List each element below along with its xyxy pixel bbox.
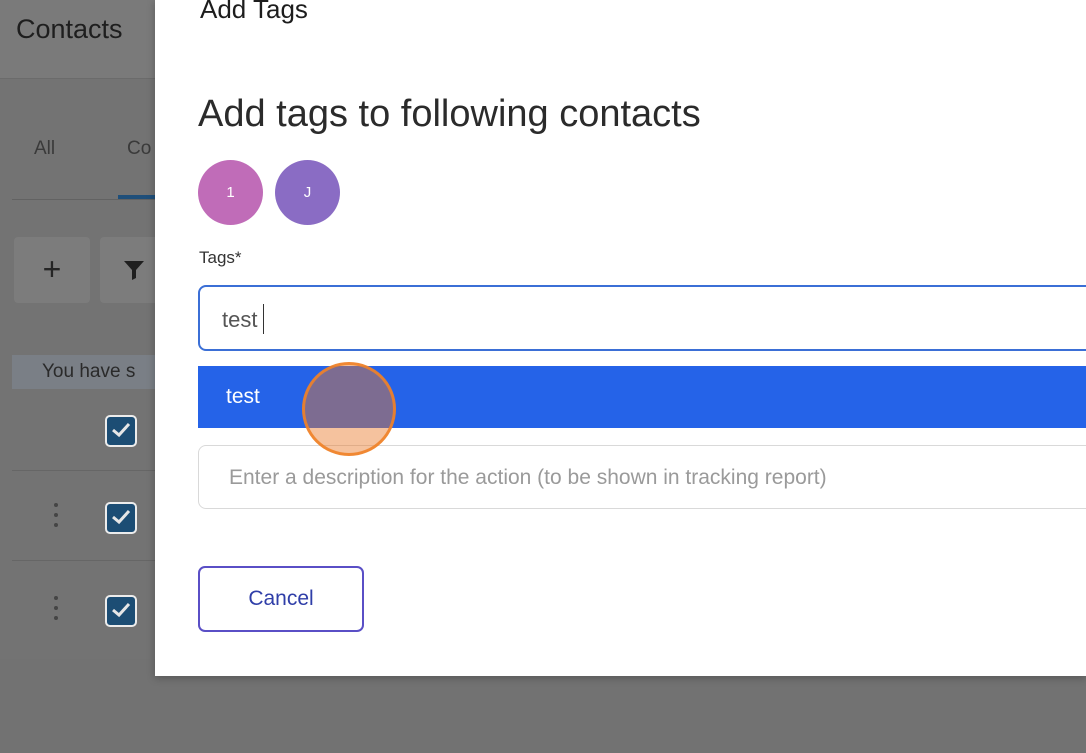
checkmark-icon xyxy=(112,509,131,525)
description-placeholder: Enter a description for the action (to b… xyxy=(229,466,827,489)
selection-banner: You have s xyxy=(12,355,162,389)
tab-all[interactable]: All xyxy=(34,138,55,160)
add-contact-button[interactable]: + xyxy=(14,237,90,303)
checkmark-icon xyxy=(112,422,131,438)
description-input[interactable]: Enter a description for the action (to b… xyxy=(198,445,1086,509)
row-checkbox[interactable] xyxy=(105,502,137,534)
tabs-divider xyxy=(12,199,162,200)
row-divider xyxy=(12,470,162,471)
select-all-checkbox[interactable] xyxy=(105,415,137,447)
tags-field-label: Tags* xyxy=(199,248,242,267)
contact-avatar: J xyxy=(275,160,340,225)
click-indicator xyxy=(302,362,396,456)
modal-title: Add Tags xyxy=(200,0,308,24)
tags-input-value: test xyxy=(222,307,258,332)
filter-icon xyxy=(124,261,144,280)
modal-subtitle: Add tags to following contacts xyxy=(198,93,701,135)
filter-button[interactable] xyxy=(100,237,162,303)
row-menu-icon[interactable] xyxy=(53,503,59,533)
add-tags-modal: Add Tags Add tags to following contacts … xyxy=(155,0,1086,676)
row-checkbox[interactable] xyxy=(105,595,137,627)
row-menu-icon[interactable] xyxy=(53,596,59,626)
plus-icon: + xyxy=(42,251,62,287)
tab-contacts[interactable]: Co xyxy=(127,138,151,160)
contact-avatar: 1 xyxy=(198,160,263,225)
text-caret xyxy=(263,304,264,334)
checkmark-icon xyxy=(112,602,131,618)
tags-input[interactable]: test xyxy=(198,285,1086,351)
active-tab-indicator xyxy=(118,195,158,199)
cancel-button[interactable]: Cancel xyxy=(198,566,364,632)
page-title: Contacts xyxy=(16,14,123,44)
row-divider xyxy=(12,560,162,561)
